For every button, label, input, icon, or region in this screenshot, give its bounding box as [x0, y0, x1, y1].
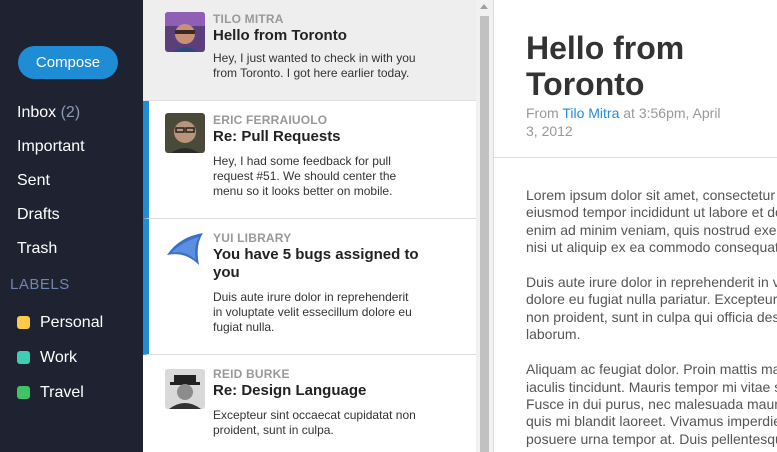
sidebar-nav: Compose Inbox (2) Important Sent Drafts …: [0, 0, 143, 452]
body-line: nisi ut aliquip ex ea commodo consequat.: [526, 238, 777, 255]
message-subject: Hello from Toronto: [213, 27, 347, 44]
sender-name: Eric Ferraiuolo: [213, 113, 328, 127]
body-line: Fusce in dui purus, nec malesuada mauris…: [526, 395, 777, 412]
body-line: iaculis tincidunt. Mauris tempor mi vita…: [526, 378, 777, 395]
list-item[interactable]: Eric Ferraiuolo Re: Pull Requests Hey, I…: [143, 101, 476, 219]
body-line: laborum.: [526, 326, 581, 343]
preview-line: Duis aute irure dolor in reprehenderit: [213, 290, 409, 304]
message-list-scrollbar[interactable]: [476, 0, 494, 452]
sidebar-item-sent[interactable]: Sent: [17, 164, 85, 198]
list-item[interactable]: Tilo Mitra Hello from Toronto Hey, I jus…: [143, 0, 476, 101]
label-color-swatch: [17, 351, 30, 364]
body-line: dolore eu fugiat nulla pariatur. Excepte…: [526, 291, 777, 308]
yui-logo-icon: [165, 231, 205, 271]
message-list: Tilo Mitra Hello from Toronto Hey, I jus…: [143, 0, 476, 452]
email-title: Hello from Toronto: [526, 30, 766, 102]
title-line: Hello from: [526, 30, 685, 66]
label-color-swatch: [17, 386, 30, 399]
sender-name: Tilo Mitra: [213, 12, 284, 26]
label-item-work[interactable]: Work: [17, 340, 103, 375]
email-meta: From Tilo Mitra at 3:56pm, April 3, 2012: [526, 104, 766, 140]
preview-line: in voluptate velit essecillum dolore eu: [213, 305, 412, 319]
preview-line: Hey, I just wanted to check in with you: [213, 51, 416, 65]
title-line: Toronto: [526, 66, 645, 102]
body-line: enim ad minim veniam, quis nostrud exerc…: [526, 221, 777, 238]
avatar: [165, 369, 205, 409]
scrollbar-thumb[interactable]: [480, 16, 489, 452]
message-preview: Excepteur sint occaecat cupidatat non pr…: [213, 408, 453, 438]
label-name: Work: [40, 348, 78, 366]
email-header: Hello from Toronto From Tilo Mitra at 3:…: [494, 0, 777, 158]
body-line: eiusmod tempor incididunt ut labore et d…: [526, 204, 777, 221]
preview-line: Excepteur sint occaecat cupidatat non: [213, 408, 416, 422]
label-name: Personal: [40, 313, 104, 331]
sidebar-item-label: Inbox: [17, 104, 57, 121]
message-subject: You have 5 bugs assigned to you: [213, 246, 463, 282]
preview-line: fugiat nulla.: [213, 320, 275, 334]
sidebar-item-drafts[interactable]: Drafts: [17, 198, 85, 232]
list-item[interactable]: Reid Burke Re: Design Language Excepteur…: [143, 355, 476, 452]
label-item-travel[interactable]: Travel: [17, 375, 103, 410]
labels-heading: LABELS: [10, 276, 70, 293]
sender-name: Reid Burke: [213, 367, 290, 381]
sidebar-item-inbox[interactable]: Inbox (2): [17, 96, 85, 130]
subject-line: you: [213, 264, 240, 281]
body-line: Aliquam ac feugiat dolor. Proin mattis m…: [526, 361, 777, 378]
unread-count: (2): [60, 104, 81, 121]
label-item-personal[interactable]: Personal: [17, 305, 103, 340]
label-name: Travel: [40, 383, 84, 401]
reading-pane: Hello from Toronto From Tilo Mitra at 3:…: [494, 0, 777, 452]
message-subject: Re: Pull Requests: [213, 128, 341, 145]
body-line: Duis aute irure dolor in reprehenderit i…: [526, 274, 777, 291]
list-item[interactable]: YUI Library You have 5 bugs assigned to …: [143, 219, 476, 355]
preview-line: Hey, I had some feedback for pull: [213, 154, 391, 168]
scroll-up-arrow-icon[interactable]: [480, 4, 488, 9]
body-paragraph: Lorem ipsum dolor sit amet, consectetur …: [526, 187, 777, 256]
subject-line: You have 5 bugs assigned to: [213, 246, 419, 263]
email-date: 3:56pm, April: [638, 105, 721, 121]
sender-name: YUI Library: [213, 231, 292, 245]
message-preview: Hey, I had some feedback for pull reques…: [213, 154, 453, 199]
sidebar-item-important[interactable]: Important: [17, 130, 85, 164]
body-line: Lorem ipsum dolor sit amet, consectetur …: [526, 187, 777, 203]
email-date: 3, 2012: [526, 123, 573, 139]
body-line: quis mi blandit laoreet. Vivamus imperdi…: [526, 413, 777, 430]
preview-line: proident, sunt in culpa.: [213, 423, 334, 437]
preview-line: from Toronto. I got here earlier today.: [213, 66, 410, 80]
label-list: Personal Work Travel: [17, 305, 103, 410]
preview-line: menu so it looks better on mobile.: [213, 184, 393, 198]
email-body: Lorem ipsum dolor sit amet, consectetur …: [526, 187, 777, 452]
author-link[interactable]: Tilo Mitra: [562, 105, 619, 121]
sidebar-item-trash[interactable]: Trash: [17, 232, 85, 266]
preview-line: request #51. We should center the: [213, 169, 397, 183]
avatar: [165, 12, 205, 52]
body-line: non proident, sunt in culpa qui officia …: [526, 308, 777, 325]
meta-at-label: at: [623, 105, 635, 121]
meta-from-label: From: [526, 105, 559, 121]
body-line: posuere urna tempor at. Duis pellentesqu…: [526, 430, 777, 447]
compose-button[interactable]: Compose: [18, 46, 118, 79]
body-paragraph: Duis aute irure dolor in reprehenderit i…: [526, 274, 777, 343]
body-paragraph: Aliquam ac feugiat dolor. Proin mattis m…: [526, 361, 777, 447]
message-preview: Hey, I just wanted to check in with you …: [213, 51, 453, 81]
avatar: [165, 113, 205, 153]
folder-list: Inbox (2) Important Sent Drafts Trash: [17, 96, 85, 266]
label-color-swatch: [17, 316, 30, 329]
message-subject: Re: Design Language: [213, 382, 367, 399]
message-preview: Duis aute irure dolor in reprehenderit i…: [213, 290, 453, 335]
